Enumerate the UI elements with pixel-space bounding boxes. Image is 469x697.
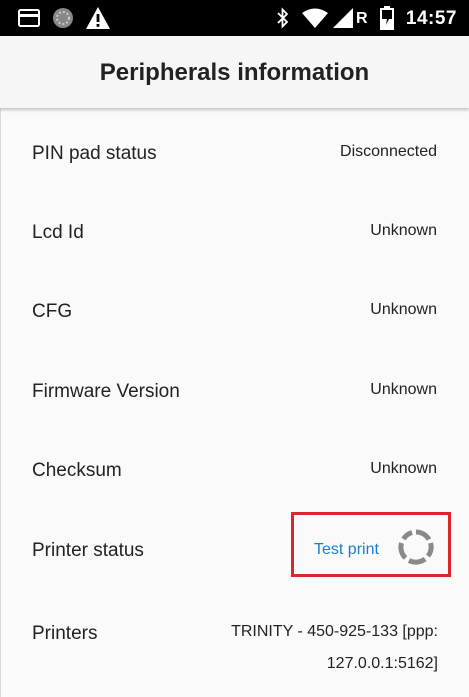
- battery-icon: [378, 0, 396, 36]
- sim-card-icon: [16, 0, 42, 36]
- row-value: Unknown: [370, 222, 437, 239]
- row-value: Unknown: [370, 301, 437, 318]
- printers-value: TRINITY - 450-925-133 [ppp: 127.0.0.1:51…: [231, 623, 438, 672]
- wifi-icon: [300, 0, 330, 36]
- info-row-checksum: Checksum Unknown: [0, 431, 469, 510]
- row-label: Printer status: [32, 540, 144, 561]
- row-value: Disconnected: [340, 143, 437, 160]
- row-label: CFG: [32, 301, 73, 322]
- test-print-button[interactable]: Test print: [314, 540, 379, 560]
- printers-label: Printers: [32, 623, 98, 644]
- signal-icon: [331, 0, 355, 36]
- bluetooth-icon: [273, 0, 293, 36]
- warning-icon: [84, 0, 112, 36]
- row-label: Firmware Version: [32, 381, 180, 402]
- info-row-lcd-id: Lcd Id Unknown: [0, 193, 469, 272]
- row-value: Unknown: [370, 381, 437, 398]
- row-label: Checksum: [32, 460, 122, 481]
- row-value: Unknown: [370, 460, 437, 477]
- app-notification-icon: [51, 0, 75, 36]
- loading-spinner-icon: [397, 528, 435, 566]
- info-row-cfg: CFG Unknown: [0, 272, 469, 351]
- info-row-pin-pad-status: PIN pad status Disconnected: [0, 114, 469, 193]
- row-label: Lcd Id: [32, 222, 84, 243]
- clock: 14:57: [405, 8, 457, 29]
- page-title: Peripherals information: [99, 59, 370, 86]
- info-row-firmware-version: Firmware Version Unknown: [0, 352, 469, 431]
- status-bar: R 14:57: [0, 0, 469, 36]
- row-label: PIN pad status: [32, 143, 157, 164]
- network-type-indicator: R: [356, 10, 368, 27]
- app-header: Peripherals information: [0, 36, 469, 108]
